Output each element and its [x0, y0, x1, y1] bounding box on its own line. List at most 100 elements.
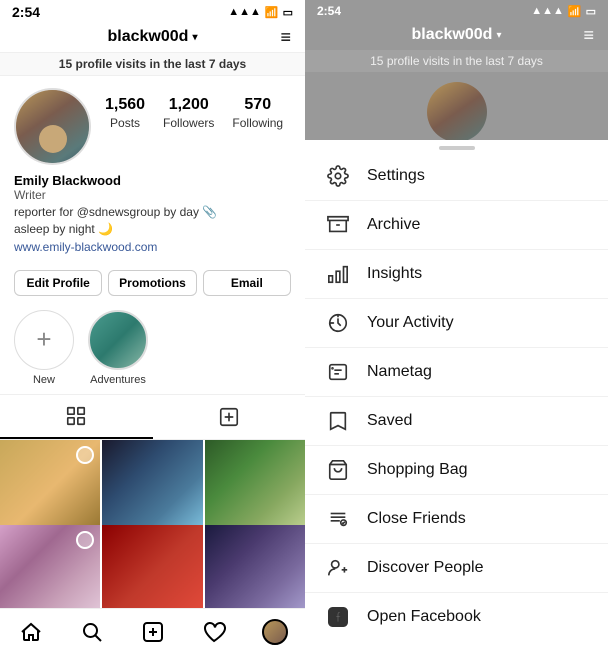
bio-section: Emily Blackwood Writer reporter for @sdn… [0, 173, 305, 264]
tab-grid[interactable] [0, 395, 153, 439]
followers-stat[interactable]: 1,200 Followers [163, 96, 214, 132]
bio-text: reporter for @sdnewsgroup by day 📎 aslee… [14, 204, 291, 238]
photo-cell[interactable] [102, 525, 202, 608]
bio-title: Writer [14, 188, 291, 202]
edit-profile-button[interactable]: Edit Profile [14, 270, 102, 296]
following-stat[interactable]: 570 Following [232, 96, 283, 132]
home-icon [19, 620, 43, 644]
tab-tagged[interactable] [153, 395, 306, 439]
heart-icon [202, 620, 226, 644]
menu-item-saved[interactable]: Saved [305, 397, 608, 446]
menu-item-nametag[interactable]: Nametag [305, 348, 608, 397]
settings-icon [325, 165, 351, 187]
posts-count: 1,560 [105, 96, 145, 114]
menu-panel: 2:54 ▲▲▲ 📶 ▭ blackw00d ▾ ≡ 15 profile vi… [305, 0, 608, 665]
dim-chevron-icon: ▾ [496, 30, 501, 41]
story-new-label: New [33, 374, 55, 386]
story-thumb-circle[interactable] [88, 310, 148, 370]
menu-item-insights[interactable]: Insights [305, 250, 608, 299]
photo-cell[interactable] [205, 525, 305, 608]
saved-icon [325, 410, 351, 432]
profile-info: 1,560 Posts 1,200 Followers 570 Followin… [0, 76, 305, 173]
menu-item-discover-people[interactable]: Discover People [305, 544, 608, 593]
dim-battery-icon: ▭ [586, 5, 596, 18]
photo-cell[interactable] [0, 525, 100, 608]
profile-header: blackw00d ▾ ≡ [0, 22, 305, 52]
dim-signal-icon: ▲▲▲ [531, 5, 564, 18]
facebook-icon [325, 606, 351, 628]
story-adventures[interactable]: Adventures [88, 310, 148, 386]
username-area[interactable]: blackw00d ▾ [108, 28, 198, 46]
shopping-bag-label: Shopping Bag [367, 461, 468, 479]
bio-line1: reporter for @sdnewsgroup by day 📎 [14, 205, 217, 219]
close-friends-icon [325, 508, 351, 530]
nav-search[interactable] [72, 617, 112, 647]
discover-people-icon [325, 557, 351, 579]
insights-label: Insights [367, 265, 422, 283]
username-label: blackw00d [108, 28, 189, 46]
dim-header: blackw00d ▾ ≡ [305, 20, 608, 50]
promotions-button[interactable]: Promotions [108, 270, 196, 296]
email-button[interactable]: Email [203, 270, 291, 296]
battery-icon: ▭ [283, 6, 293, 19]
your-activity-icon [325, 312, 351, 334]
status-time: 2:54 [12, 4, 40, 20]
dim-status-bar: 2:54 ▲▲▲ 📶 ▭ [305, 0, 608, 20]
tab-bar [0, 394, 305, 440]
wifi-icon: 📶 [265, 6, 279, 19]
dim-menu-icon: ≡ [583, 25, 594, 46]
menu-item-your-activity[interactable]: Your Activity [305, 299, 608, 348]
dim-visits-count: 15 [370, 54, 383, 68]
menu-dim-overlay[interactable]: 2:54 ▲▲▲ 📶 ▭ blackw00d ▾ ≡ 15 profile vi… [305, 0, 608, 140]
following-label: Following [232, 116, 283, 130]
nav-add[interactable] [133, 617, 173, 647]
dim-avatar [427, 82, 487, 142]
hamburger-menu-icon[interactable]: ≡ [280, 27, 291, 48]
dim-username: blackw00d [412, 26, 493, 44]
menu-item-archive[interactable]: Archive [305, 201, 608, 250]
bio-link[interactable]: www.emily-blackwood.com [14, 240, 157, 254]
chevron-down-icon: ▾ [192, 32, 197, 43]
menu-item-shopping-bag[interactable]: Shopping Bag [305, 446, 608, 495]
followers-count: 1,200 [163, 96, 214, 114]
bottom-nav [0, 608, 305, 665]
action-buttons: Edit Profile Promotions Email [0, 264, 305, 302]
avatar[interactable] [14, 88, 91, 165]
followers-label: Followers [163, 116, 214, 130]
bio-line2: asleep by night 🌙 [14, 222, 113, 236]
insights-icon [325, 263, 351, 285]
dim-status-icons: ▲▲▲ 📶 ▭ [531, 5, 596, 18]
settings-label: Settings [367, 167, 425, 185]
story-adventures-label: Adventures [90, 374, 146, 386]
multi-select-indicator [76, 531, 94, 549]
drag-handle[interactable] [305, 140, 608, 152]
visits-text: profile visits in the last 7 days [75, 57, 246, 71]
nav-heart[interactable] [194, 617, 234, 647]
menu-item-open-facebook[interactable]: Open Facebook [305, 593, 608, 641]
nametag-icon [325, 361, 351, 383]
menu-item-close-friends[interactable]: Close Friends [305, 495, 608, 544]
stories-row: + New Adventures [0, 302, 305, 394]
nametag-label: Nametag [367, 363, 432, 381]
new-story-circle[interactable]: + [14, 310, 74, 370]
following-count: 570 [232, 96, 283, 114]
posts-stat[interactable]: 1,560 Posts [105, 96, 145, 132]
menu-list: Settings Archive Insights [305, 152, 608, 665]
dim-username-area: blackw00d ▾ [412, 26, 502, 44]
saved-label: Saved [367, 412, 412, 430]
drag-handle-bar [439, 146, 475, 150]
menu-item-settings[interactable]: Settings [305, 152, 608, 201]
close-friends-label: Close Friends [367, 510, 466, 528]
dim-wifi-icon: 📶 [568, 5, 582, 18]
status-icons: ▲▲▲ 📶 ▭ [228, 6, 293, 19]
nav-profile[interactable] [255, 617, 295, 647]
visits-count: 15 [59, 57, 72, 71]
open-facebook-label: Open Facebook [367, 608, 481, 626]
archive-label: Archive [367, 216, 420, 234]
stats-row: 1,560 Posts 1,200 Followers 570 Followin… [105, 88, 283, 132]
visits-bar: 15 profile visits in the last 7 days [0, 52, 305, 76]
nav-home[interactable] [11, 617, 51, 647]
shopping-bag-icon [325, 459, 351, 481]
tagged-icon [218, 406, 240, 428]
story-new[interactable]: + New [14, 310, 74, 386]
